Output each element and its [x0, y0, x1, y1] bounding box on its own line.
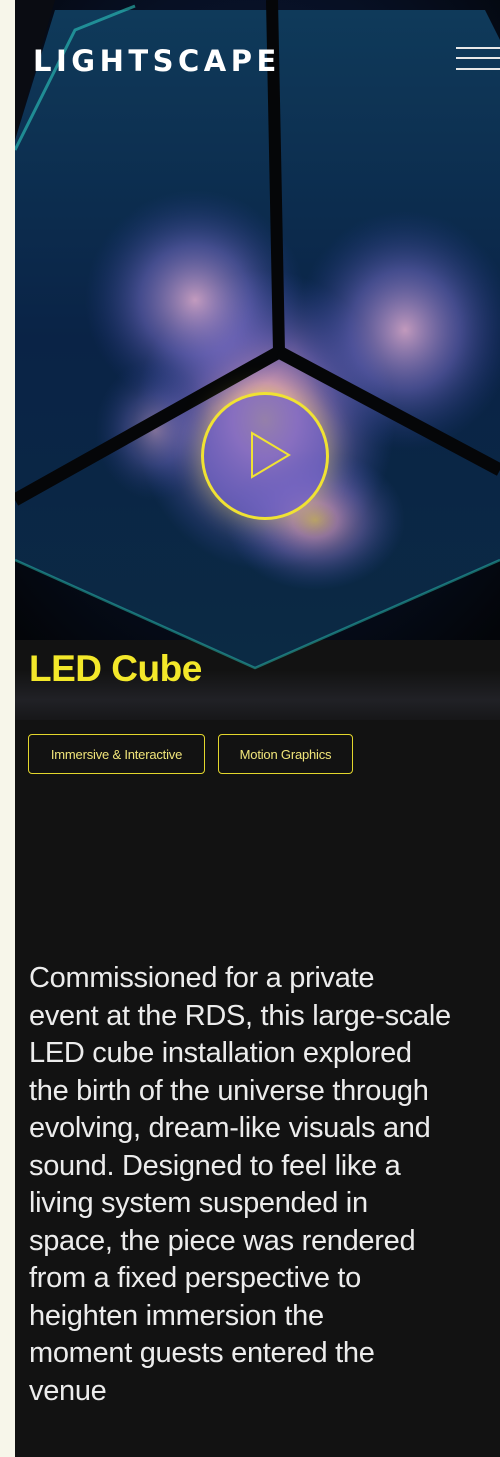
description-line: evolving, dream-like visuals and [29, 1112, 431, 1144]
description-line: moment guests entered the [29, 1337, 375, 1369]
menu-line [456, 68, 500, 70]
description-line: Commissioned for a private [29, 962, 375, 994]
hero-media [15, 0, 500, 720]
menu-line [456, 57, 500, 59]
description-line: LED cube installation explored [29, 1037, 412, 1069]
project-title: LED Cube [29, 648, 202, 689]
description-line: the birth of the universe through [29, 1074, 429, 1107]
description-line: event at the RDS, this large-scale [29, 999, 451, 1032]
description-line: living system suspended in [29, 1187, 368, 1219]
menu-line [456, 47, 500, 49]
description-line: heighten immersion the [29, 1299, 324, 1332]
hamburger-menu-icon[interactable] [456, 47, 500, 71]
description-line: sound. Designed to feel like a [29, 1149, 401, 1182]
page: LIGHTSCAPE LED Cube Immersive & Interact… [15, 0, 500, 1457]
brand-logo[interactable]: LIGHTSCAPE [33, 44, 281, 78]
project-description: Commissioned for a private event at the … [29, 960, 500, 1410]
tag-immersive-interactive[interactable]: Immersive & Interactive [28, 734, 205, 774]
tag-motion-graphics[interactable]: Motion Graphics [218, 734, 353, 774]
description-line: venue [29, 1374, 107, 1407]
play-icon [251, 431, 291, 479]
play-button[interactable] [201, 392, 329, 520]
description-line: from a fixed perspective to [29, 1262, 361, 1294]
description-line: space, the piece was rendered [29, 1224, 416, 1257]
tag-list: Immersive & Interactive Motion Graphics [28, 734, 353, 774]
led-cube-artwork [15, 0, 500, 720]
